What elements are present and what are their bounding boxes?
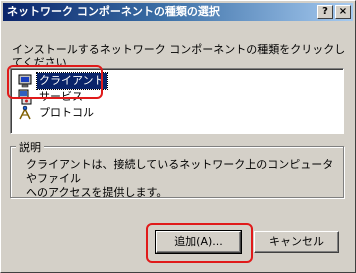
close-button[interactable]: × (335, 5, 351, 19)
add-button[interactable]: 追加(A)... (155, 230, 242, 254)
protocol-icon (17, 105, 33, 121)
help-button[interactable]: ? (317, 5, 333, 19)
list-item-label: プロトコル (39, 106, 94, 119)
title-bar[interactable]: ネットワーク コンポーネントの種類の選択 ? × (3, 3, 353, 21)
service-icon (17, 89, 33, 105)
cancel-button[interactable]: キャンセル (254, 231, 339, 253)
description-legend: 説明 (16, 139, 44, 155)
window-title: ネットワーク コンポーネントの種類の選択 (7, 5, 220, 18)
component-type-list[interactable]: クライアント サービス プロトコル (10, 68, 344, 134)
description-text: クライアントは、接続しているネットワーク上のコンピュータやファイル へのアクセス… (26, 158, 334, 199)
list-item-label: クライアント (36, 72, 108, 90)
list-item-label: サービス (39, 90, 83, 103)
client-computer-icon (17, 73, 33, 89)
